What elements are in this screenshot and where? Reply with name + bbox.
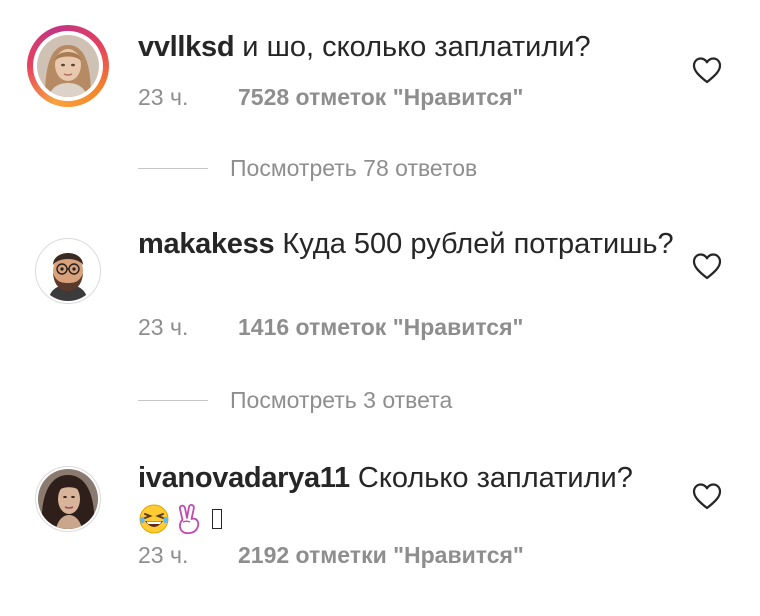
view-replies-label[interactable]: Посмотреть 3 ответа — [230, 387, 452, 414]
comment-username[interactable]: vvllksd — [138, 31, 235, 63]
comment-username[interactable]: makakess — [138, 228, 275, 260]
avatar[interactable] — [27, 458, 109, 540]
comment-time: 23 ч. — [138, 84, 189, 110]
comment-time: 23 ч. — [138, 542, 189, 568]
heart-outline-icon[interactable] — [692, 252, 722, 280]
emoji-row — [138, 503, 222, 535]
grinning-squinting-face-emoji — [139, 504, 169, 534]
view-replies-link[interactable]: Посмотреть 78 ответов — [138, 155, 477, 182]
avatar[interactable] — [27, 230, 109, 312]
comment-time: 23 ч. — [138, 314, 189, 340]
comment-username[interactable]: ivanovadarya11 — [138, 462, 350, 494]
avatar[interactable] — [27, 25, 109, 107]
view-replies-link[interactable]: Посмотреть 3 ответа — [138, 387, 452, 414]
comment-text: ivanovadarya11 Сколько заплатили? — [138, 458, 678, 538]
view-replies-label[interactable]: Посмотреть 78 ответов — [230, 155, 477, 182]
comment-meta: 23 ч. 2192 отметки "Нравится" — [138, 542, 524, 569]
comment-text: makakess Куда 500 рублей потратишь? — [138, 224, 678, 264]
missing-glyph-icon — [212, 509, 222, 530]
replies-divider — [138, 400, 208, 401]
victory-hand-emoji — [178, 504, 200, 535]
comment-likes-count[interactable]: 2192 отметки "Нравится" — [238, 542, 524, 568]
comment-meta: 23 ч. 7528 отметок "Нравится" — [138, 84, 523, 111]
comment-body: Сколько заплатили? — [349, 462, 633, 494]
comment-body: и шо, сколько заплатили? — [234, 31, 591, 63]
comment-likes-count[interactable]: 1416 отметок "Нравится" — [238, 314, 523, 340]
heart-outline-icon[interactable] — [692, 56, 722, 84]
comment-text: vvllksd и шо, сколько заплатили? — [138, 27, 678, 67]
comment-meta: 23 ч. 1416 отметок "Нравится" — [138, 314, 523, 341]
replies-divider — [138, 168, 208, 169]
heart-outline-icon[interactable] — [692, 482, 722, 510]
comment-body: Куда 500 рублей потратишь? — [274, 228, 674, 260]
comment-likes-count[interactable]: 7528 отметок "Нравится" — [238, 84, 523, 110]
